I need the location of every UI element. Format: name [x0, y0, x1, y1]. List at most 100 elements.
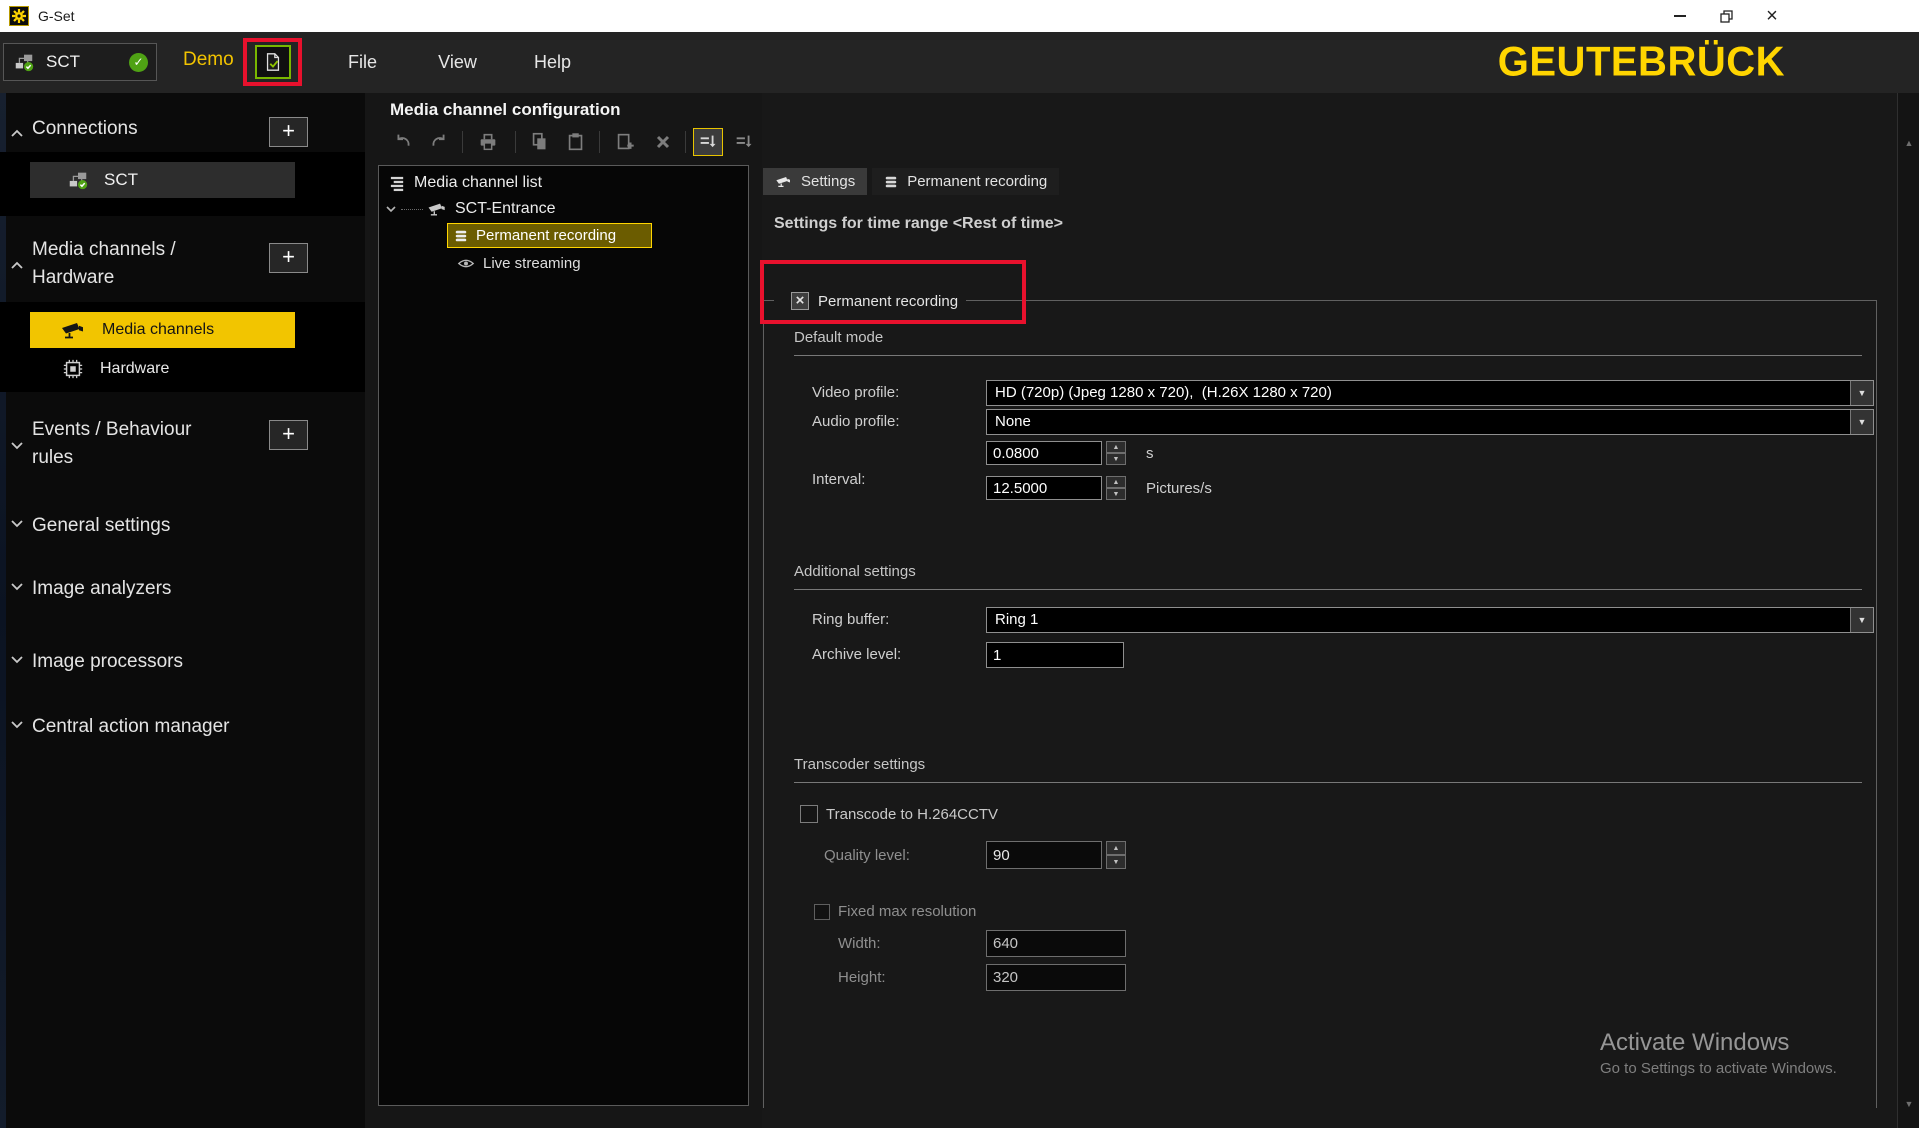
permanent-recording-enable: × Permanent recording — [774, 289, 967, 313]
chevron-down-icon[interactable] — [10, 720, 24, 729]
chevron-down-icon[interactable] — [10, 582, 24, 591]
connection-ok-badge: ✓ — [129, 52, 148, 72]
top-bar: SCT ✓ Demo File View Help GEUTEBRÜCK — [0, 32, 1919, 93]
sidebar-section-connections[interactable]: Connections — [32, 115, 262, 143]
apply-configuration-button[interactable] — [254, 45, 291, 79]
tree-item-live-streaming[interactable]: Live streaming — [457, 252, 581, 274]
close-button[interactable]: × — [1749, 0, 1795, 32]
page-check-icon — [266, 53, 279, 71]
geutebrueck-logo: GEUTEBRÜCK — [1497, 38, 1785, 86]
interval-seconds-input[interactable] — [986, 441, 1102, 465]
chevron-up-icon[interactable] — [10, 129, 24, 138]
copy-button[interactable] — [527, 130, 553, 154]
sort-descending-button[interactable] — [731, 130, 757, 154]
permanent-recording-groupbox: × Permanent recording Default mode Video… — [760, 260, 1877, 1108]
sidebar-section-central-action-manager[interactable]: Central action manager — [32, 713, 262, 741]
section-default-mode: Default mode — [794, 329, 884, 346]
sidebar-section-image-analyzers[interactable]: Image analyzers — [32, 575, 262, 603]
print-button[interactable] — [475, 130, 501, 154]
sidebar-section-image-processors[interactable]: Image processors — [32, 648, 262, 676]
delete-button[interactable] — [650, 130, 676, 154]
checkbox-label: Transcode to H.264CCTV — [826, 805, 999, 823]
sidebar-section-media-channels-hardware[interactable]: Media channels / Hardware — [32, 236, 262, 292]
add-media-channel-button[interactable]: + — [269, 243, 308, 273]
ring-buffer-dropdown[interactable]: Ring 1 ▼ — [986, 607, 1874, 633]
add-item-button[interactable] — [612, 130, 638, 154]
tree-connector — [401, 208, 423, 210]
quality-level-label: Quality level: — [824, 847, 910, 864]
network-icon — [15, 54, 34, 72]
tab-settings[interactable]: Settings — [763, 168, 868, 195]
dropdown-arrow-icon[interactable]: ▼ — [1850, 608, 1873, 632]
transcode-checkbox-row: Transcode to H.264CCTV — [800, 805, 998, 823]
scroll-down-icon[interactable]: ▼ — [1898, 1094, 1919, 1114]
sidebar-item-sct[interactable]: SCT — [30, 162, 295, 198]
configuration-toolbar — [365, 127, 762, 157]
sidebar-section-events-behaviour-rules[interactable]: Events / Behaviour rules — [32, 416, 262, 472]
media-hardware-panel: Media channels Hardware — [0, 302, 365, 392]
recording-stack-icon — [885, 176, 897, 187]
sidebar-item-media-channels[interactable]: Media channels — [30, 312, 295, 348]
chevron-down-icon[interactable] — [10, 441, 24, 450]
redo-button[interactable] — [426, 130, 452, 154]
transcode-checkbox[interactable] — [800, 805, 818, 823]
demo-mode-label: Demo — [183, 49, 234, 70]
interval-seconds-spinner[interactable]: ▲ ▼ — [1106, 441, 1126, 465]
tree-item-permanent-recording-selected[interactable]: Permanent recording — [447, 223, 652, 248]
width-input[interactable] — [986, 930, 1126, 957]
add-event-rule-button[interactable]: + — [269, 420, 308, 450]
height-label: Height: — [838, 969, 886, 986]
spin-up-icon[interactable]: ▲ — [1106, 841, 1126, 855]
video-profile-dropdown[interactable]: HD (720p) (Jpeg 1280 x 720), (H.26X 1280… — [986, 380, 1874, 406]
checkbox-label: Permanent recording — [818, 292, 959, 310]
toolbar-separator — [462, 131, 463, 153]
height-input[interactable] — [986, 964, 1126, 991]
quality-level-input[interactable] — [986, 841, 1102, 869]
interval-seconds-unit: s — [1146, 445, 1154, 462]
sidebar-item-label: Hardware — [100, 360, 170, 377]
title-bar: G-Set × — [0, 0, 1919, 32]
menu-bar: File View Help — [315, 32, 600, 93]
spin-down-icon[interactable]: ▼ — [1106, 855, 1126, 869]
interval-rate-unit: Pictures/s — [1146, 480, 1212, 497]
section-divider — [794, 589, 1862, 590]
tab-permanent-recording[interactable]: Permanent recording — [872, 168, 1060, 195]
sidebar-section-general-settings[interactable]: General settings — [32, 512, 262, 540]
scroll-up-icon[interactable]: ▲ — [1898, 133, 1919, 153]
restore-button[interactable] — [1703, 0, 1749, 32]
settings-panel: Settings Permanent recording Settings fo… — [760, 93, 1897, 1128]
audio-profile-dropdown[interactable]: None ▼ — [986, 409, 1874, 435]
sidebar-item-hardware[interactable]: Hardware — [30, 352, 295, 386]
menu-view[interactable]: View — [410, 32, 505, 93]
dropdown-arrow-icon[interactable]: ▼ — [1850, 381, 1873, 405]
chevron-up-icon[interactable] — [10, 261, 24, 270]
tree-item-media-channel-list[interactable]: Media channel list — [389, 171, 542, 195]
menu-help[interactable]: Help — [505, 32, 600, 93]
toolbar-separator — [685, 131, 686, 153]
interval-rate-input[interactable] — [986, 476, 1102, 500]
interval-rate-spinner[interactable]: ▲ ▼ — [1106, 476, 1126, 500]
chip-icon — [63, 359, 83, 379]
spin-up-icon[interactable]: ▲ — [1106, 476, 1126, 488]
undo-button[interactable] — [390, 130, 416, 154]
archive-level-input[interactable] — [986, 642, 1124, 668]
archive-level-label: Archive level: — [812, 646, 902, 663]
spin-down-icon[interactable]: ▼ — [1106, 453, 1126, 465]
sort-descending-button-active[interactable] — [693, 128, 723, 156]
spin-down-icon[interactable]: ▼ — [1106, 488, 1126, 500]
fixed-max-resolution-checkbox[interactable] — [814, 903, 830, 920]
chevron-down-icon[interactable] — [10, 519, 24, 528]
tree-item-sct-entrance[interactable]: SCT-Entrance — [385, 197, 555, 221]
spin-up-icon[interactable]: ▲ — [1106, 441, 1126, 453]
chevron-down-icon[interactable] — [10, 655, 24, 664]
paste-button[interactable] — [563, 130, 589, 154]
sidebar-item-label: Media channels — [102, 321, 215, 338]
quality-level-spinner[interactable]: ▲ ▼ — [1106, 841, 1126, 869]
permanent-recording-checkbox[interactable]: × — [791, 292, 809, 310]
connection-selector[interactable]: SCT ✓ — [3, 43, 157, 81]
add-connection-button[interactable]: + — [269, 117, 308, 147]
vertical-scrollbar[interactable]: ▲ ▼ — [1897, 93, 1919, 1128]
minimize-button[interactable] — [1657, 0, 1703, 32]
dropdown-arrow-icon[interactable]: ▼ — [1850, 410, 1873, 434]
menu-file[interactable]: File — [315, 32, 410, 93]
